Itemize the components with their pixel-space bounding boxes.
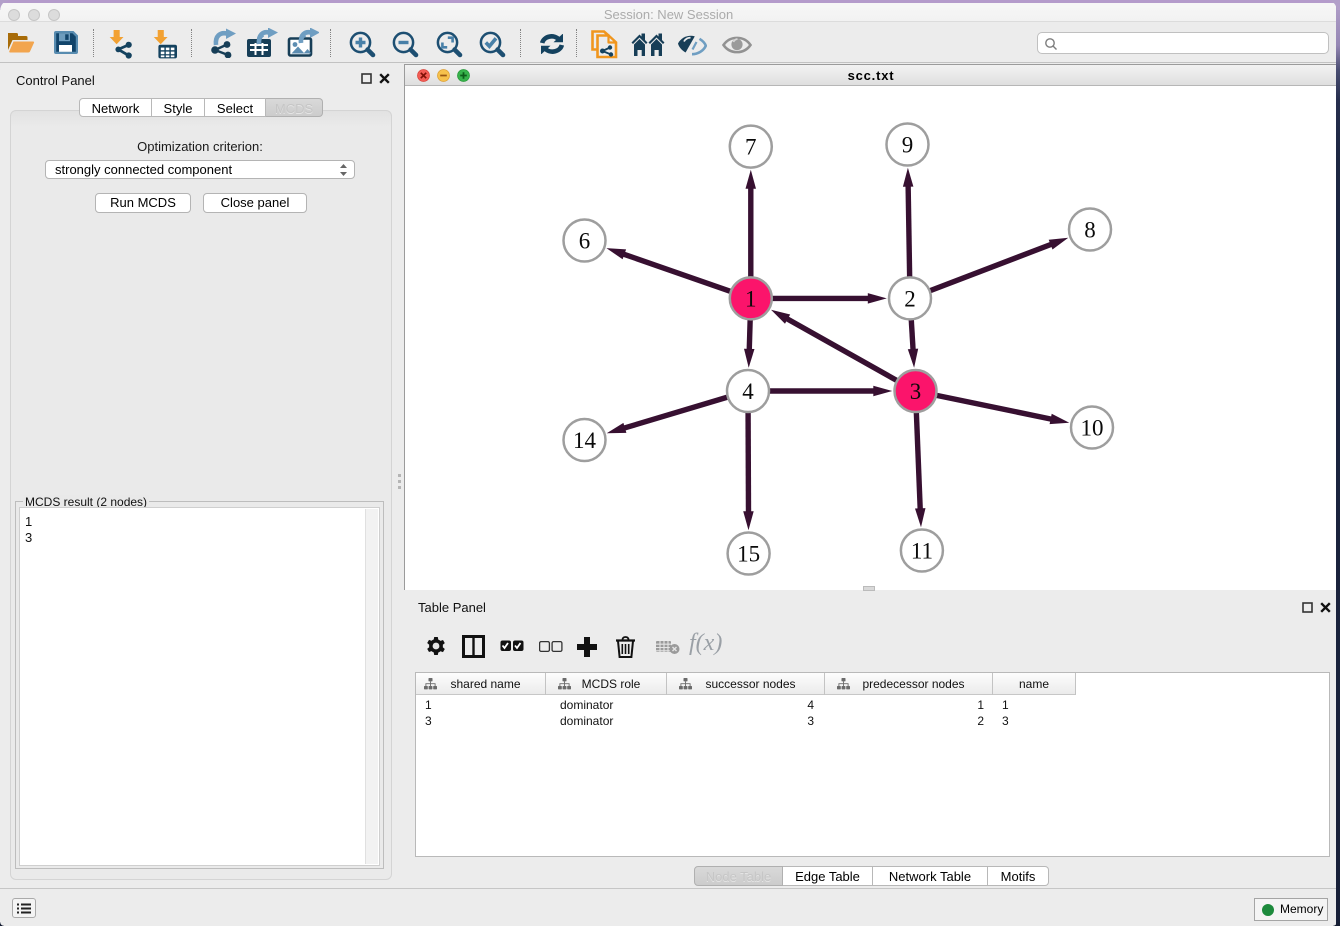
svg-text:11: 11 bbox=[911, 539, 933, 564]
svg-text:1: 1 bbox=[745, 286, 757, 311]
svg-text:10: 10 bbox=[1081, 416, 1104, 441]
svg-text:2: 2 bbox=[904, 286, 916, 311]
svg-text:15: 15 bbox=[737, 542, 760, 567]
svg-text:3: 3 bbox=[910, 379, 922, 404]
svg-text:4: 4 bbox=[742, 379, 754, 404]
svg-text:8: 8 bbox=[1084, 218, 1096, 243]
svg-text:7: 7 bbox=[745, 135, 757, 160]
svg-text:9: 9 bbox=[902, 133, 914, 158]
svg-text:14: 14 bbox=[573, 428, 597, 453]
svg-text:6: 6 bbox=[579, 229, 591, 254]
